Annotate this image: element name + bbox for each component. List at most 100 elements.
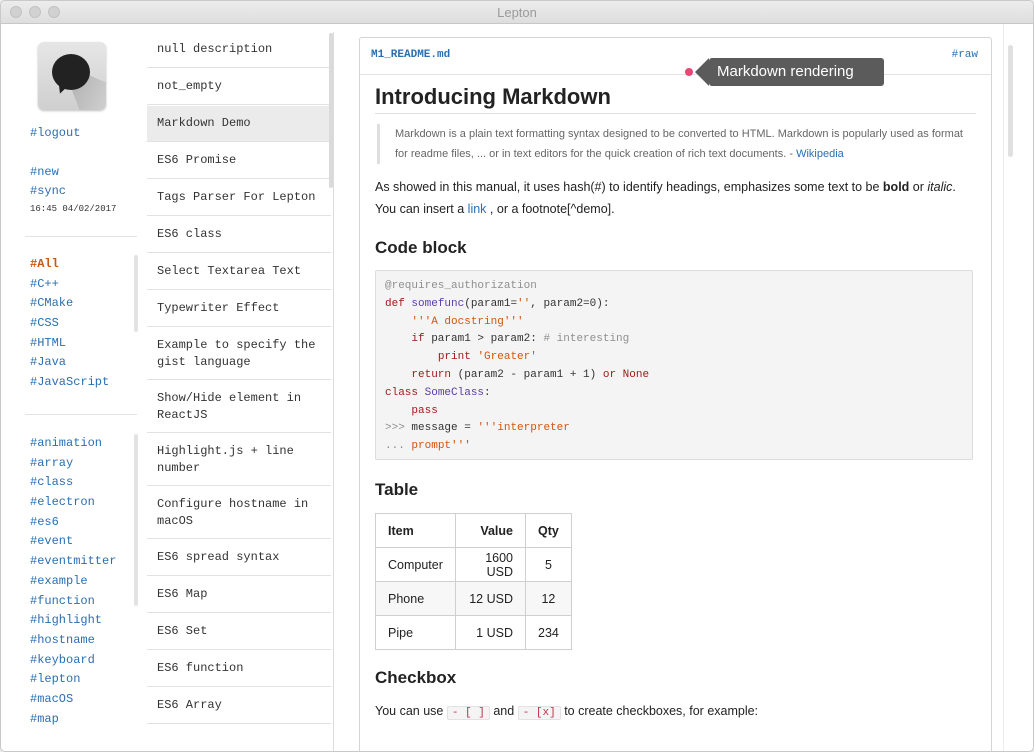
editor-pane: M1_README.md #raw Introducing Markdown M…: [345, 24, 1033, 751]
table-cell: Pipe: [375, 615, 456, 650]
list-item[interactable]: ES6 spread syntax: [147, 540, 331, 576]
markdown-rendering-tooltip: Markdown rendering: [709, 58, 884, 86]
table-row: Phone 12 USD 12: [375, 581, 572, 616]
list-item-selected[interactable]: Markdown Demo: [147, 106, 331, 142]
document-header: M1_README.md #raw: [360, 38, 991, 75]
tag-array[interactable]: #array: [30, 454, 116, 474]
tag-java[interactable]: #Java: [30, 353, 109, 373]
editor-scrollbar[interactable]: [1008, 45, 1013, 157]
tag-map[interactable]: #map: [30, 710, 116, 730]
table-header-row: Item Value Qty: [375, 513, 572, 548]
tag-es6[interactable]: #es6: [30, 513, 116, 533]
quote-text: Markdown is a plain text formatting synt…: [395, 128, 963, 160]
list-item[interactable]: Typewriter Effect: [147, 291, 331, 327]
tag-cpp[interactable]: #C++: [30, 275, 109, 295]
language-list-scrollbar[interactable]: [134, 255, 138, 332]
logout-link[interactable]: #logout: [30, 126, 80, 140]
italic-text: italic: [927, 180, 953, 194]
app-window: Lepton #logout #new #sync 16:45 04/02/20…: [0, 0, 1034, 752]
heading-code-block: Code block: [375, 238, 467, 257]
list-item[interactable]: Tags Parser For Lepton: [147, 180, 331, 216]
tag-animation[interactable]: #animation: [30, 434, 116, 454]
divider: [25, 414, 137, 415]
list-item[interactable]: ES6 Set: [147, 614, 331, 650]
right-gutter-divider: [1003, 24, 1004, 751]
note-list: null description not_empty Markdown Demo…: [147, 32, 334, 751]
table-cell: Computer: [375, 547, 456, 582]
topic-tag-list: #animation #array #class #electron #es6 …: [30, 434, 116, 729]
tooltip-arrow: [695, 58, 709, 86]
checkbox-paragraph: You can use - [ ] and - [x] to create ch…: [375, 700, 976, 724]
list-item[interactable]: Show/Hide element in ReactJS: [147, 381, 331, 433]
para-text: to create checkboxes, for example:: [564, 704, 759, 718]
list-item[interactable]: Example to specify the gist language: [147, 328, 331, 380]
column-header: Item: [375, 513, 456, 548]
table-cell: 234: [525, 615, 572, 650]
raw-toggle-link[interactable]: #raw: [952, 49, 978, 61]
table-cell: 5: [525, 547, 572, 582]
bold-text: bold: [882, 180, 910, 194]
table-cell: 1 USD: [455, 615, 526, 650]
note-list-scrollbar[interactable]: [329, 33, 333, 188]
data-table: Item Value Qty Computer 1600 USD 5 Phone…: [375, 513, 572, 650]
avatar[interactable]: [38, 42, 106, 110]
table-cell: 12 USD: [455, 581, 526, 616]
sync-link[interactable]: #sync: [30, 184, 66, 198]
tag-hostname[interactable]: #hostname: [30, 631, 116, 651]
table-cell: 12: [525, 581, 572, 616]
file-name[interactable]: M1_README.md: [371, 49, 450, 61]
list-item[interactable]: ES6 Array: [147, 688, 331, 724]
window-title: Lepton: [497, 5, 537, 20]
table-cell: Phone: [375, 581, 456, 616]
tag-function[interactable]: #function: [30, 592, 116, 612]
list-item[interactable]: not_empty: [147, 69, 331, 105]
new-link[interactable]: #new: [30, 165, 59, 179]
list-item[interactable]: Select Textarea Text: [147, 254, 331, 290]
list-item[interactable]: ES6 function: [147, 651, 331, 687]
list-item[interactable]: ES6 Promise: [147, 143, 331, 179]
tag-macos[interactable]: #macOS: [30, 690, 116, 710]
tag-html[interactable]: #HTML: [30, 334, 109, 354]
heading-introducing: Introducing Markdown: [375, 84, 976, 114]
tag-lepton[interactable]: #lepton: [30, 670, 116, 690]
inline-link[interactable]: link: [468, 202, 487, 216]
inline-code: - [x]: [517, 706, 561, 720]
tag-electron[interactable]: #electron: [30, 493, 116, 513]
list-item[interactable]: ES6 class: [147, 217, 331, 253]
tag-event[interactable]: #event: [30, 532, 116, 552]
list-item[interactable]: Highlight.js + line number: [147, 434, 331, 486]
table-row: Computer 1600 USD 5: [375, 547, 572, 582]
sync-timestamp: 16:45 04/02/2017: [30, 204, 117, 214]
wikipedia-link[interactable]: Wikipedia: [796, 148, 844, 160]
table-row: Pipe 1 USD 234: [375, 615, 572, 650]
markdown-document: M1_README.md #raw Introducing Markdown M…: [359, 37, 992, 751]
divider: [25, 236, 137, 237]
tooltip-anchor-dot: [685, 68, 693, 76]
para-text: You can use: [375, 704, 444, 718]
tag-css[interactable]: #CSS: [30, 314, 109, 334]
code-block: @requires_authorization def somefunc(par…: [375, 270, 973, 460]
list-item[interactable]: null description: [147, 32, 331, 68]
title-bar: Lepton: [1, 1, 1033, 24]
sidebar: #logout #new #sync 16:45 04/02/2017 #All…: [1, 24, 147, 751]
tag-keyboard[interactable]: #keyboard: [30, 651, 116, 671]
list-item[interactable]: ES6 Map: [147, 577, 331, 613]
blockquote: Markdown is a plain text formatting synt…: [377, 124, 975, 164]
intro-paragraph: As showed in this manual, it uses hash(#…: [375, 176, 976, 220]
tag-list-scrollbar[interactable]: [134, 434, 138, 606]
inline-code: - [ ]: [446, 706, 490, 720]
tag-javascript[interactable]: #JavaScript: [30, 373, 109, 393]
tag-all[interactable]: #All: [30, 255, 109, 275]
heading-table: Table: [375, 480, 419, 499]
speech-bubble-icon: [52, 54, 90, 90]
table-cell: 1600 USD: [455, 547, 526, 582]
para-text: As showed in this manual, it uses hash(#…: [375, 180, 880, 194]
list-item[interactable]: Configure hostname in macOS: [147, 487, 331, 539]
tag-eventmitter[interactable]: #eventmitter: [30, 552, 116, 572]
tag-cmake[interactable]: #CMake: [30, 294, 109, 314]
tag-class[interactable]: #class: [30, 473, 116, 493]
para-text: and: [493, 704, 515, 718]
tag-example[interactable]: #example: [30, 572, 116, 592]
tag-highlight[interactable]: #highlight: [30, 611, 116, 631]
language-tag-list: #All #C++ #CMake #CSS #HTML #Java #JavaS…: [30, 255, 109, 393]
